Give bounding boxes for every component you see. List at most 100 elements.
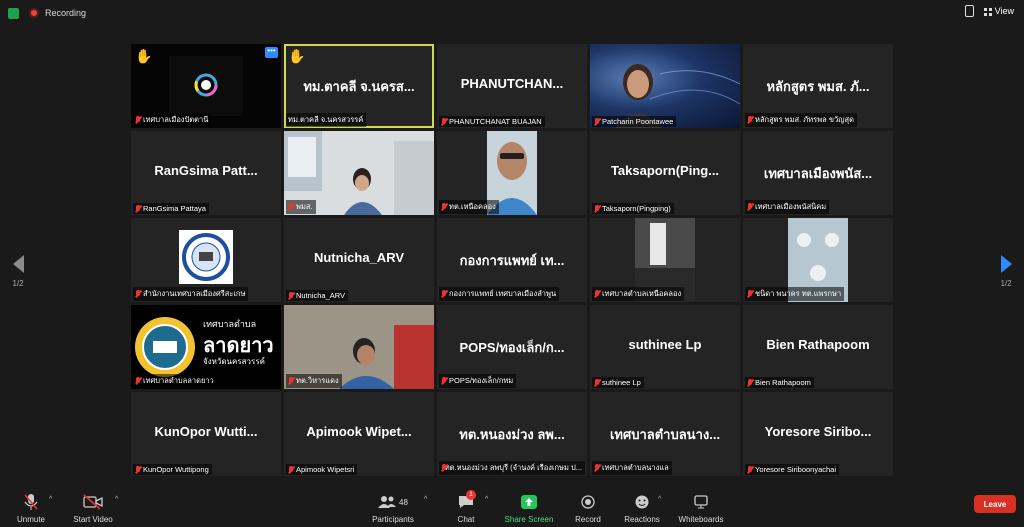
mic-muted-icon xyxy=(135,290,141,298)
participant-tile[interactable]: เทศบาลตำบลนาง... เทศบาลตำบลนางแล xyxy=(590,392,740,476)
mic-muted-icon xyxy=(288,291,294,300)
participant-tile[interactable]: Nutnicha_ARV Nutnicha_ARV xyxy=(284,218,434,302)
participant-tile[interactable]: Yoresore Siribo... Yoresore Siriboonyach… xyxy=(743,392,893,476)
recording-label: Recording xyxy=(45,8,87,18)
participant-name: PHANUTCHANAT BUAJAN xyxy=(439,116,545,127)
view-button[interactable]: View xyxy=(983,6,1014,16)
mic-muted-icon xyxy=(747,203,753,211)
chat-options-chevron-icon[interactable]: ^ xyxy=(485,496,488,503)
top-bar: Recording xyxy=(0,0,1024,26)
participants-button[interactable]: 48 Participants xyxy=(368,493,418,524)
mic-muted-icon xyxy=(594,378,600,387)
participant-display-name: Nutnicha_ARV xyxy=(313,250,405,265)
participant-tile[interactable]: ทต.เหนือคลอง xyxy=(437,131,587,215)
mic-muted-icon xyxy=(747,290,753,298)
video-off-icon xyxy=(70,493,116,511)
participant-display-name: Apimook Wipet... xyxy=(306,424,412,439)
participant-tile[interactable]: PHANUTCHAN... PHANUTCHANAT BUAJAN xyxy=(437,44,587,128)
participant-name: ทต.หนองม่วง ลพบุรี (จำนงค์ เรืองเกษม ป..… xyxy=(439,461,585,475)
participant-display-name: เทศบาลเมืองพนัส... xyxy=(763,166,873,181)
participant-name: พมส. xyxy=(286,200,316,214)
participant-name: ทม.ตาคลี จ.นครสวรรค์ xyxy=(286,113,367,127)
participant-tile[interactable]: Apimook Wipet... Apimook Wipetsri xyxy=(284,392,434,476)
whiteboards-label: Whiteboards xyxy=(678,515,724,524)
participant-tile-active[interactable]: ✋ ทม.ตาคลี จ.นครส... ทม.ตาคลี จ.นครสวรรค… xyxy=(284,44,434,128)
participant-tile[interactable]: POPS/ทองเล็ก/ก... POPS/ทองเล็ก/กทม xyxy=(437,305,587,389)
prev-page-button[interactable]: 1/2 xyxy=(8,255,28,288)
participant-display-name: suthinee Lp xyxy=(628,337,702,352)
audio-options-chevron-icon[interactable]: ^ xyxy=(49,496,52,503)
participant-name: เทศบาลเมืองปัตตานี xyxy=(133,113,212,127)
grid-icon xyxy=(983,7,992,16)
participant-tile[interactable]: พมส. xyxy=(284,131,434,215)
unmute-button[interactable]: Unmute xyxy=(12,493,50,524)
start-video-label: Start Video xyxy=(73,515,113,524)
camera-logo-icon xyxy=(194,73,218,97)
reactions-options-chevron-icon[interactable]: ^ xyxy=(658,496,661,503)
participant-tile[interactable]: ทต.หนองม่วง ลพ... ทต.หนองม่วง ลพบุรี (จำ… xyxy=(437,392,587,476)
participant-display-name: กองการแพทย์ เท... xyxy=(459,253,565,268)
participant-tile[interactable]: หลักสูตร พมส. ภั... หลักสูตร พมส. ภัทรพล… xyxy=(743,44,893,128)
participant-name: ทต.เหนือคลอง xyxy=(439,200,499,214)
reactions-label: Reactions xyxy=(624,515,660,524)
raised-hand-icon: ✋ xyxy=(135,48,153,64)
leave-button[interactable]: Leave xyxy=(974,495,1016,513)
participant-display-name: หลักสูตร พมส. ภั... xyxy=(766,79,870,94)
mic-muted-icon xyxy=(441,464,446,472)
participants-options-chevron-icon[interactable]: ^ xyxy=(424,496,427,503)
participant-display-name: Taksaporn(Ping... xyxy=(610,163,720,178)
participant-tile[interactable]: Bien Rathapoom Bien Rathapoom xyxy=(743,305,893,389)
participant-name: RanGsima Pattaya xyxy=(133,203,209,214)
participant-display-name: RanGsima Patt... xyxy=(154,163,258,178)
share-screen-icon xyxy=(521,495,537,509)
participant-tile[interactable]: Patcharin Poontawee xyxy=(590,44,740,128)
participant-name: กองการแพทย์ เทศบาลเมืองลำพูน xyxy=(439,287,560,301)
record-icon xyxy=(581,495,595,509)
mic-muted-icon xyxy=(441,377,447,385)
participant-name: suthinee Lp xyxy=(592,377,644,388)
video-options-chevron-icon[interactable]: ^ xyxy=(115,496,118,503)
share-screen-button[interactable]: Share Screen xyxy=(502,493,556,524)
participant-display-name: PHANUTCHAN... xyxy=(460,76,564,91)
view-label: View xyxy=(994,6,1014,16)
shield-icon[interactable] xyxy=(8,7,19,19)
mic-muted-icon xyxy=(747,378,753,387)
mic-muted-icon xyxy=(288,377,294,385)
participant-name: เทศบาลเมืองพนัสนิคม xyxy=(745,200,830,214)
participant-tile[interactable]: เทศบาลตำบล ลาดยาว จังหวัดนครสวรรค์ เทศบา… xyxy=(131,305,281,389)
more-options-button[interactable]: ••• xyxy=(265,47,278,58)
participant-tile[interactable]: เทศบาลเมืองพนัส... เทศบาลเมืองพนัสนิคม xyxy=(743,131,893,215)
mic-muted-icon xyxy=(135,465,141,474)
participant-tile[interactable]: สำนักงานเทศบาลเมืองศรีสะเกษ xyxy=(131,218,281,302)
participant-display-name: POPS/ทองเล็ก/ก... xyxy=(459,340,565,355)
participant-tile[interactable]: Taksaporn(Ping... Taksaporn(Pingping) xyxy=(590,131,740,215)
mic-muted-icon xyxy=(594,204,600,213)
participant-name: Yoresore Siriboonyachai xyxy=(745,464,840,475)
participant-tile[interactable]: RanGsima Patt... RanGsima Pattaya xyxy=(131,131,281,215)
unmute-label: Unmute xyxy=(16,515,45,524)
next-page-button[interactable]: 1/2 xyxy=(996,255,1016,288)
participants-label: Participants xyxy=(372,515,414,524)
participant-tile[interactable]: KunOpor Wutti... KunOpor Wuttipong xyxy=(131,392,281,476)
participants-count: 48 xyxy=(399,497,408,507)
lock-icon[interactable] xyxy=(964,5,974,17)
participant-tile[interactable]: เทศบาลตำบลเหนือคลอง xyxy=(590,218,740,302)
participant-name: POPS/ทองเล็ก/กทม xyxy=(439,374,517,388)
page-indicator-left: 1/2 xyxy=(12,279,24,288)
participant-name: เทศบาลตำบลลาดยาว xyxy=(133,374,217,388)
chat-unread-badge: 1 xyxy=(466,490,476,500)
participant-tile[interactable]: ✋ ••• เทศบาลเมืองปัตตานี xyxy=(131,44,281,128)
participant-name: KunOpor Wuttipong xyxy=(133,464,212,475)
participant-name: Apimook Wipetsri xyxy=(286,464,358,475)
municipal-seal-icon xyxy=(182,233,230,281)
participant-tile[interactable]: suthinee Lp suthinee Lp xyxy=(590,305,740,389)
mic-muted-icon xyxy=(135,204,141,213)
whiteboards-button[interactable]: Whiteboards xyxy=(674,493,728,524)
chat-button[interactable]: 1 Chat xyxy=(454,490,478,524)
start-video-button[interactable]: Start Video xyxy=(70,493,116,524)
participant-display-name: Bien Rathapoom xyxy=(766,337,870,352)
participant-tile[interactable]: ชนิดา พนาคร ทต.แพรกษา xyxy=(743,218,893,302)
participant-tile[interactable]: กองการแพทย์ เท... กองการแพทย์ เทศบาลเมือ… xyxy=(437,218,587,302)
record-button[interactable]: Record xyxy=(572,493,604,524)
participant-tile[interactable]: ทต.วิหารแดง xyxy=(284,305,434,389)
